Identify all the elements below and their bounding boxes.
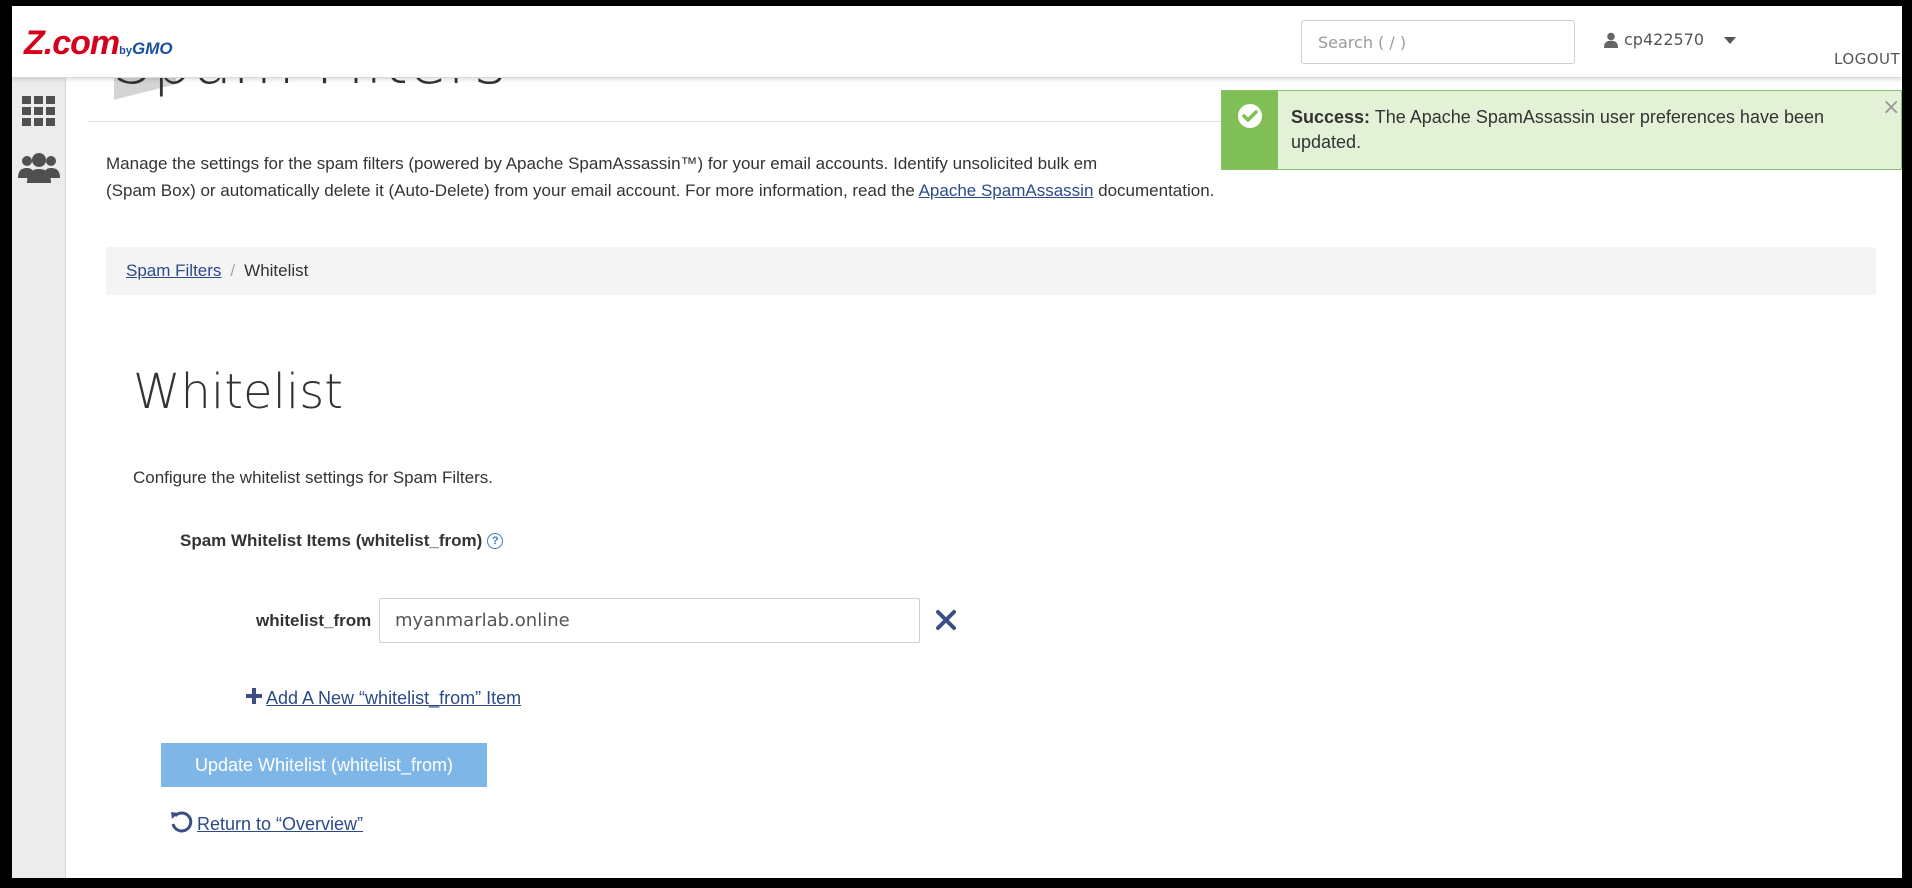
plus-icon <box>246 688 262 709</box>
add-whitelist-item-link[interactable]: Add A New “whitelist_from” Item <box>246 688 521 709</box>
brand-logo[interactable]: Z.combyGMO <box>24 26 173 60</box>
alert-icon-area <box>1222 91 1278 169</box>
breadcrumb-spam-filters-link[interactable]: Spam Filters <box>126 261 221 281</box>
whitelist-row-label: whitelist_from <box>256 611 372 630</box>
grid-icon[interactable] <box>12 96 66 126</box>
update-whitelist-button[interactable]: Update Whitelist (whitelist_from) <box>161 743 487 787</box>
alert-message-text: The Apache SpamAssassin user preferences… <box>1291 107 1825 152</box>
check-circle-icon <box>1237 103 1263 169</box>
user-icon <box>1604 32 1618 48</box>
return-overview-label: Return to “Overview” <box>197 814 364 834</box>
intro-text-part2: (Spam Box) or automatically delete it (A… <box>106 181 919 200</box>
remove-item-icon[interactable] <box>934 608 958 632</box>
section-title: Whitelist <box>133 364 344 420</box>
logo-gmo-text: GMO <box>131 39 173 58</box>
caret-down-icon <box>1724 37 1737 44</box>
cpanel-window: Spam Filters Z.combyGMO cp422570 LOGOUT <box>12 6 1902 878</box>
logout-link[interactable]: LOGOUT <box>1834 50 1900 68</box>
return-overview-link[interactable]: Return to “Overview” <box>169 810 363 839</box>
add-whitelist-item-label: Add A New “whitelist_from” Item <box>266 688 522 708</box>
whitelist-from-input[interactable] <box>379 598 920 643</box>
username-label: cp422570 <box>1624 30 1705 49</box>
users-icon[interactable] <box>12 152 66 184</box>
help-icon[interactable]: ? <box>487 533 504 549</box>
left-sidebar <box>12 78 66 878</box>
success-alert: Success: The Apache SpamAssassin user pr… <box>1221 90 1902 170</box>
alert-message: Success: The Apache SpamAssassin user pr… <box>1291 105 1851 155</box>
whitelist-field-label-text: Spam Whitelist Items (whitelist_from) <box>180 531 483 550</box>
search-input[interactable] <box>1301 20 1575 64</box>
breadcrumb-separator: / <box>230 261 236 280</box>
apache-spamassassin-link[interactable]: Apache SpamAssassin <box>919 181 1094 200</box>
logo-main-text: Z.com <box>24 24 120 62</box>
close-icon[interactable]: × <box>1882 97 1900 119</box>
intro-text: Manage the settings for the spam filters… <box>106 150 1286 204</box>
section-description: Configure the whitelist settings for Spa… <box>133 468 493 487</box>
undo-icon <box>169 810 193 839</box>
intro-text-part1: Manage the settings for the spam filters… <box>106 154 1098 173</box>
breadcrumb: Spam Filters / Whitelist <box>106 247 1876 295</box>
user-menu[interactable]: cp422570 <box>1604 30 1737 49</box>
top-header: Z.combyGMO cp422570 LOGOUT <box>12 6 1902 78</box>
intro-text-part3: documentation. <box>1093 181 1215 200</box>
whitelist-field-label: Spam Whitelist Items (whitelist_from) ? <box>180 531 504 551</box>
logo-by-text: by <box>119 45 132 57</box>
alert-title: Success: <box>1291 107 1371 127</box>
breadcrumb-current: Whitelist <box>244 261 309 280</box>
